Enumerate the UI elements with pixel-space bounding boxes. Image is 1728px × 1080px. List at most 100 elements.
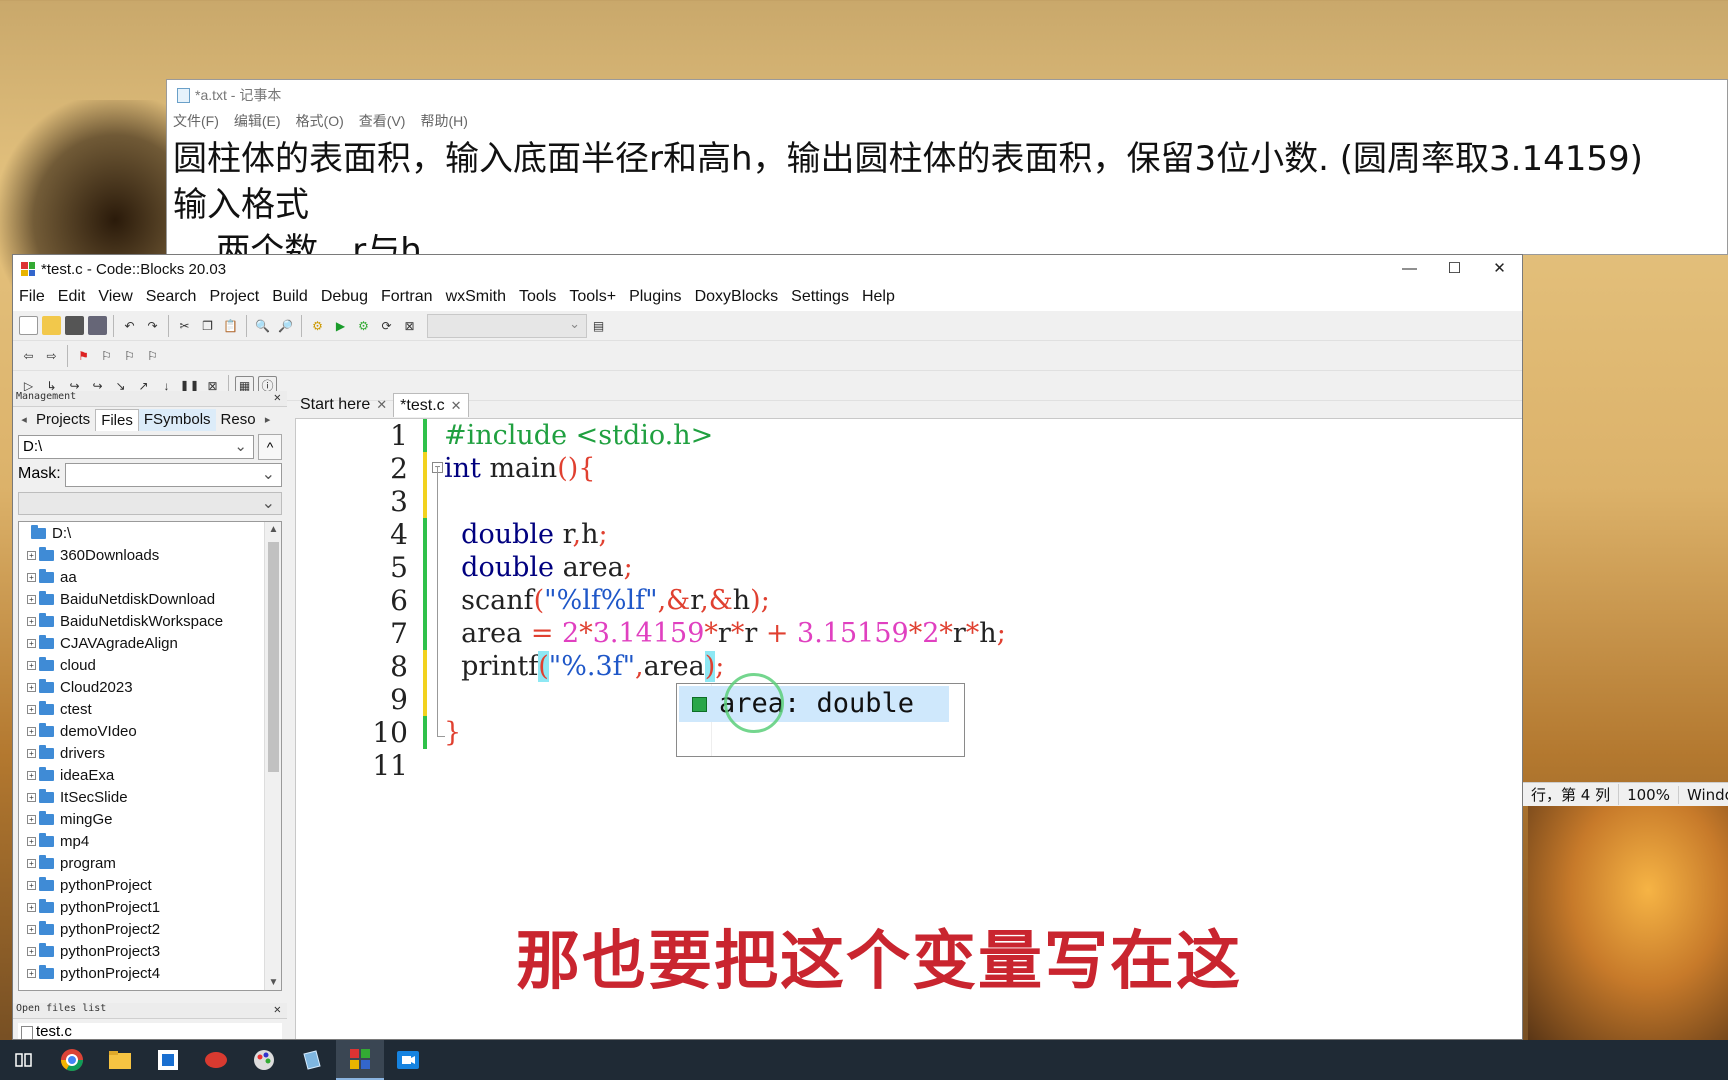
tree-item[interactable]: + demoVIdeo: [19, 720, 281, 742]
tree-root[interactable]: D:\: [19, 522, 281, 544]
tab-start-here[interactable]: Start here ✕: [294, 393, 393, 417]
tab-fsymbols[interactable]: FSymbols: [138, 409, 216, 431]
cut-icon[interactable]: ✂: [175, 316, 194, 335]
toggle-bookmark-icon[interactable]: ⚑: [74, 346, 93, 365]
notepad-taskbar-icon[interactable]: [288, 1040, 336, 1080]
tab-scroll-left-icon[interactable]: ◂: [17, 413, 31, 426]
expand-icon[interactable]: +: [27, 748, 36, 758]
app-red-icon[interactable]: [192, 1040, 240, 1080]
expand-icon[interactable]: +: [27, 858, 36, 868]
maximize-button[interactable]: ☐: [1432, 255, 1477, 283]
notepad-menu-view[interactable]: 查看(V): [359, 111, 406, 131]
file-tree[interactable]: D:\ +360Downloads + aa + BaiduNetdiskDownloa…: [18, 521, 282, 991]
jump-forward-icon[interactable]: ⇨: [42, 346, 61, 365]
menu-help[interactable]: Help: [862, 288, 895, 306]
tree-item[interactable]: + drivers: [19, 742, 281, 764]
jump-back-icon[interactable]: ⇦: [19, 346, 38, 365]
parent-dir-button[interactable]: ^: [258, 434, 282, 460]
scroll-down-icon[interactable]: ▼: [265, 977, 281, 988]
filter-select[interactable]: [18, 492, 282, 515]
notepad-menu-help[interactable]: 帮助(H): [420, 111, 467, 131]
copy-icon[interactable]: ❐: [198, 316, 217, 335]
menu-settings[interactable]: Settings: [791, 288, 849, 306]
tree-item[interactable]: + program: [19, 852, 281, 874]
tree-item[interactable]: +360Downloads: [19, 544, 281, 566]
build-target-select[interactable]: [427, 313, 587, 338]
expand-icon[interactable]: +: [27, 594, 36, 604]
expand-icon[interactable]: +: [27, 660, 36, 670]
undo-icon[interactable]: ↶: [120, 316, 139, 335]
rebuild-icon[interactable]: ⟳: [377, 316, 396, 335]
close-management-icon[interactable]: ✕: [274, 390, 281, 404]
build-run-icon[interactable]: ⚙: [354, 316, 373, 335]
tree-scrollbar[interactable]: ▲ ▼: [264, 522, 281, 990]
expand-icon[interactable]: +: [27, 550, 36, 560]
menu-fortran[interactable]: Fortran: [381, 288, 433, 306]
expand-icon[interactable]: +: [27, 682, 36, 692]
expand-icon[interactable]: +: [27, 946, 36, 956]
menu-debug[interactable]: Debug: [321, 288, 368, 306]
tree-item[interactable]: + ctest: [19, 698, 281, 720]
menu-search[interactable]: Search: [146, 288, 197, 306]
tab-projects[interactable]: Projects: [31, 409, 95, 431]
scroll-up-icon[interactable]: ▲: [265, 524, 281, 535]
tree-item[interactable]: + pythonProject4: [19, 962, 281, 984]
expand-icon[interactable]: +: [27, 836, 36, 846]
clear-bookmarks-icon[interactable]: ⚐: [143, 346, 162, 365]
show-target-icon[interactable]: ▤: [589, 316, 608, 335]
build-gear-icon[interactable]: ⚙: [308, 316, 327, 335]
minimize-button[interactable]: —: [1387, 255, 1432, 283]
tree-item[interactable]: + ItSecSlide: [19, 786, 281, 808]
tree-item[interactable]: + pythonProject2: [19, 918, 281, 940]
expand-icon[interactable]: +: [27, 968, 36, 978]
expand-icon[interactable]: +: [27, 902, 36, 912]
new-file-icon[interactable]: [19, 316, 38, 335]
tree-item[interactable]: + mp4: [19, 830, 281, 852]
file-explorer-icon[interactable]: [96, 1040, 144, 1080]
open-file-icon[interactable]: [42, 316, 61, 335]
tree-item[interactable]: + pythonProject: [19, 874, 281, 896]
tree-item[interactable]: + cloud: [19, 654, 281, 676]
replace-icon[interactable]: 🔎: [276, 316, 295, 335]
directory-select[interactable]: D:\: [18, 435, 254, 459]
next-bookmark-icon[interactable]: ⚐: [120, 346, 139, 365]
abort-icon[interactable]: ⊠: [400, 316, 419, 335]
close-tab-icon[interactable]: ✕: [376, 397, 387, 413]
prev-bookmark-icon[interactable]: ⚐: [97, 346, 116, 365]
paste-icon[interactable]: 📋: [221, 316, 240, 335]
expand-icon[interactable]: +: [27, 814, 36, 824]
close-open-files-icon[interactable]: ✕: [274, 1002, 281, 1016]
paint-icon[interactable]: [240, 1040, 288, 1080]
menu-tools[interactable]: Tools: [519, 288, 556, 306]
tree-item[interactable]: + BaiduNetdiskDownload: [19, 588, 281, 610]
menu-plugins[interactable]: Plugins: [629, 288, 681, 306]
expand-icon[interactable]: +: [27, 638, 36, 648]
menu-doxyblocks[interactable]: DoxyBlocks: [695, 288, 779, 306]
video-recorder-icon[interactable]: [384, 1040, 432, 1080]
tree-item[interactable]: + mingGe: [19, 808, 281, 830]
notepad-menu-edit[interactable]: 编辑(E): [234, 111, 281, 131]
task-view-icon[interactable]: [0, 1040, 48, 1080]
expand-icon[interactable]: +: [27, 572, 36, 582]
codeblocks-titlebar[interactable]: *test.c - Code::Blocks 20.03 — ☐ ✕: [13, 255, 1522, 283]
tree-item[interactable]: + CJAVAgradeAlign: [19, 632, 281, 654]
tab-scroll-right-icon[interactable]: ▸: [261, 413, 275, 426]
tree-item[interactable]: + pythonProject3: [19, 940, 281, 962]
chrome-icon[interactable]: [48, 1040, 96, 1080]
notepad-menu-format[interactable]: 格式(O): [296, 111, 344, 131]
expand-icon[interactable]: +: [27, 726, 36, 736]
expand-icon[interactable]: +: [27, 792, 36, 802]
expand-icon[interactable]: +: [27, 616, 36, 626]
expand-icon[interactable]: +: [27, 924, 36, 934]
tree-item[interactable]: + aa: [19, 566, 281, 588]
autocomplete-item[interactable]: area: double: [679, 686, 949, 722]
menu-project[interactable]: Project: [209, 288, 259, 306]
autocomplete-popup[interactable]: area: double: [676, 683, 965, 757]
tree-item[interactable]: + pythonProject1: [19, 896, 281, 918]
menu-edit[interactable]: Edit: [58, 288, 86, 306]
tab-resources[interactable]: Reso: [216, 409, 261, 431]
tree-item[interactable]: + ideaExa: [19, 764, 281, 786]
menu-wxsmith[interactable]: wxSmith: [446, 288, 506, 306]
scroll-thumb[interactable]: [268, 542, 279, 772]
store-icon[interactable]: [144, 1040, 192, 1080]
